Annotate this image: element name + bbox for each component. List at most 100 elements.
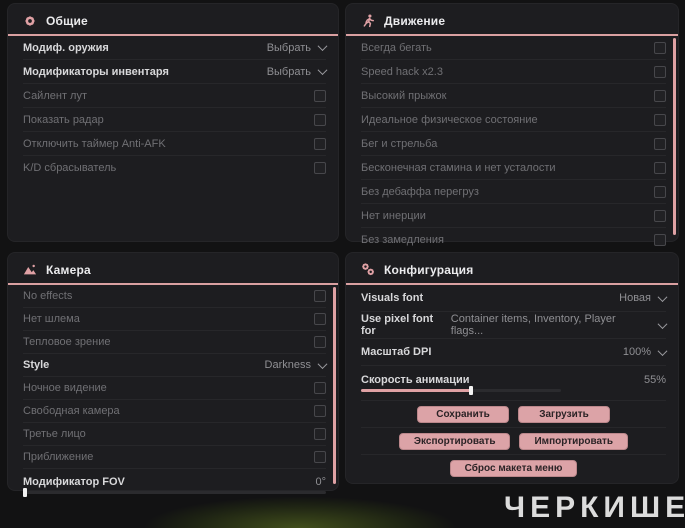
row-label: Модификаторы инвентаря xyxy=(23,65,169,78)
checkbox[interactable] xyxy=(314,137,326,150)
slider-track[interactable] xyxy=(361,386,561,395)
action-button[interactable]: Сброс макета меню xyxy=(449,459,578,477)
scrollbar[interactable] xyxy=(333,287,336,484)
scrollbar[interactable] xyxy=(673,38,676,235)
checkbox[interactable] xyxy=(654,137,666,150)
row-label: Без замедления xyxy=(361,233,444,246)
slider-track[interactable] xyxy=(23,488,326,497)
row-dropdown: Visuals font Новая xyxy=(361,285,668,312)
row-checkbox[interactable]: Показать радар xyxy=(23,108,326,132)
panel-title: Камера xyxy=(46,262,91,277)
row-checkbox[interactable]: Отключить таймер Anti-AFK xyxy=(23,132,326,156)
checkbox[interactable] xyxy=(314,290,326,302)
checkbox[interactable] xyxy=(654,185,666,198)
dropdown[interactable]: Выбрать xyxy=(266,65,328,78)
row-label: No effects xyxy=(23,290,73,302)
row-label: Speed hack x2.3 xyxy=(361,65,443,78)
row-checkbox[interactable]: Нет шлема xyxy=(23,308,326,331)
row-checkbox[interactable]: Бесконечная стамина и нет усталости xyxy=(361,156,666,180)
row-label: Нет шлема xyxy=(23,313,80,325)
checkbox[interactable] xyxy=(314,89,326,102)
panel-movement: Движение Всегда бегать Speed hack x2.3 Выс… xyxy=(346,4,678,246)
chevron-down-icon xyxy=(317,358,328,369)
row-checkbox[interactable]: Высокий прыжок xyxy=(361,84,666,108)
row-checkbox[interactable]: Идеальное физическое состояние xyxy=(361,108,666,132)
chevron-down-icon xyxy=(317,41,328,52)
checkbox[interactable] xyxy=(654,113,666,126)
row-label: Модиф. оружия xyxy=(23,41,109,54)
gear-icon xyxy=(23,14,37,28)
dropdown-value: Container items, Inventory, Player flags… xyxy=(450,313,616,337)
checkbox[interactable] xyxy=(654,65,666,78)
chevron-down-icon xyxy=(657,345,668,356)
action-button[interactable]: Сохранить xyxy=(417,405,509,423)
checkbox[interactable] xyxy=(654,41,666,54)
panel-header: Движение xyxy=(346,4,678,36)
row-label: Модификатор FOV xyxy=(23,476,125,488)
checkbox[interactable] xyxy=(314,428,326,440)
row-checkbox[interactable]: Всегда бегать xyxy=(361,36,666,60)
slider-fill xyxy=(361,389,471,392)
checkbox[interactable] xyxy=(654,233,666,246)
dropdown[interactable]: Darkness xyxy=(264,358,328,371)
row-label: Style xyxy=(23,359,50,371)
gears-icon xyxy=(361,263,375,277)
row-dropdown: Модиф. оружия Выбрать xyxy=(23,36,328,60)
row-label: Бег и стрельба xyxy=(361,137,438,150)
checkbox[interactable] xyxy=(654,89,666,102)
row-checkbox[interactable]: Тепловое зрение xyxy=(23,331,326,354)
slider-handle[interactable] xyxy=(469,386,473,395)
row-checkbox[interactable]: Приближение xyxy=(23,446,326,469)
row-checkbox[interactable]: Нет инерции xyxy=(361,204,666,228)
chevron-down-icon xyxy=(657,291,668,302)
chevron-down-icon xyxy=(657,318,668,329)
row-label: Отключить таймер Anti-AFK xyxy=(23,137,166,150)
dropdown-value: Выбрать xyxy=(266,65,311,78)
row-label: Приближение xyxy=(23,451,94,463)
dropdown[interactable]: Новая xyxy=(619,291,668,304)
checkbox[interactable] xyxy=(654,209,666,222)
checkbox[interactable] xyxy=(314,405,326,417)
action-button[interactable]: Импортировать xyxy=(519,432,629,450)
panel-header: Конфигурация xyxy=(346,253,678,285)
row-checkbox[interactable]: K/D сбрасыватель xyxy=(23,156,326,179)
checkbox[interactable] xyxy=(314,313,326,325)
dropdown-value: Darkness xyxy=(264,359,311,371)
row-checkbox[interactable]: Без замедления xyxy=(361,228,666,251)
checkbox[interactable] xyxy=(314,161,326,174)
row-checkbox[interactable]: Свободная камера xyxy=(23,400,326,423)
row-dropdown: Use pixel font for Container items, Inven… xyxy=(361,312,668,339)
row-checkbox[interactable]: Ночное видение xyxy=(23,377,326,400)
action-button[interactable]: Загрузить xyxy=(518,405,610,423)
panel-title: Общие xyxy=(46,13,88,28)
checkbox[interactable] xyxy=(314,336,326,348)
dropdown-value: 100% xyxy=(622,346,651,358)
row-checkbox[interactable]: No effects xyxy=(23,285,326,308)
slider-handle[interactable] xyxy=(23,488,27,497)
row-label: Сайлент лут xyxy=(23,89,87,102)
row-buttons: Сброс макета меню xyxy=(361,455,666,481)
dropdown[interactable]: Выбрать xyxy=(267,41,328,54)
image-icon xyxy=(23,263,37,277)
row-checkbox[interactable]: Третье лицо xyxy=(23,423,326,446)
row-buttons: Сохранить Загрузить xyxy=(361,401,666,428)
action-button[interactable]: Экспортировать xyxy=(398,432,511,450)
checkbox[interactable] xyxy=(654,161,666,174)
checkbox[interactable] xyxy=(314,382,326,394)
row-checkbox[interactable]: Бег и стрельба xyxy=(361,132,666,156)
dropdown[interactable]: 100% xyxy=(622,345,668,358)
row-checkbox[interactable]: Без дебаффа перегруз xyxy=(361,180,666,204)
row-checkbox[interactable]: Сайлент лут xyxy=(23,84,326,108)
runner-icon xyxy=(361,13,375,28)
row-label: Бесконечная стамина и нет усталости xyxy=(361,161,556,174)
row-label: Visuals font xyxy=(361,292,424,304)
row-label: Скорость анимации xyxy=(361,374,470,386)
dropdown[interactable]: Container items, Inventory, Player flags… xyxy=(450,313,668,337)
row-checkbox[interactable]: Speed hack x2.3 xyxy=(361,60,666,84)
row-label: Use pixel font for xyxy=(361,313,434,337)
checkbox[interactable] xyxy=(314,113,326,126)
row-slider: Скорость анимации 55% xyxy=(361,366,666,401)
dropdown-value: Новая xyxy=(619,292,651,304)
checkbox[interactable] xyxy=(314,451,326,463)
panel-general: Общие Модиф. оружия Выбрать Модификаторы и… xyxy=(8,4,338,241)
